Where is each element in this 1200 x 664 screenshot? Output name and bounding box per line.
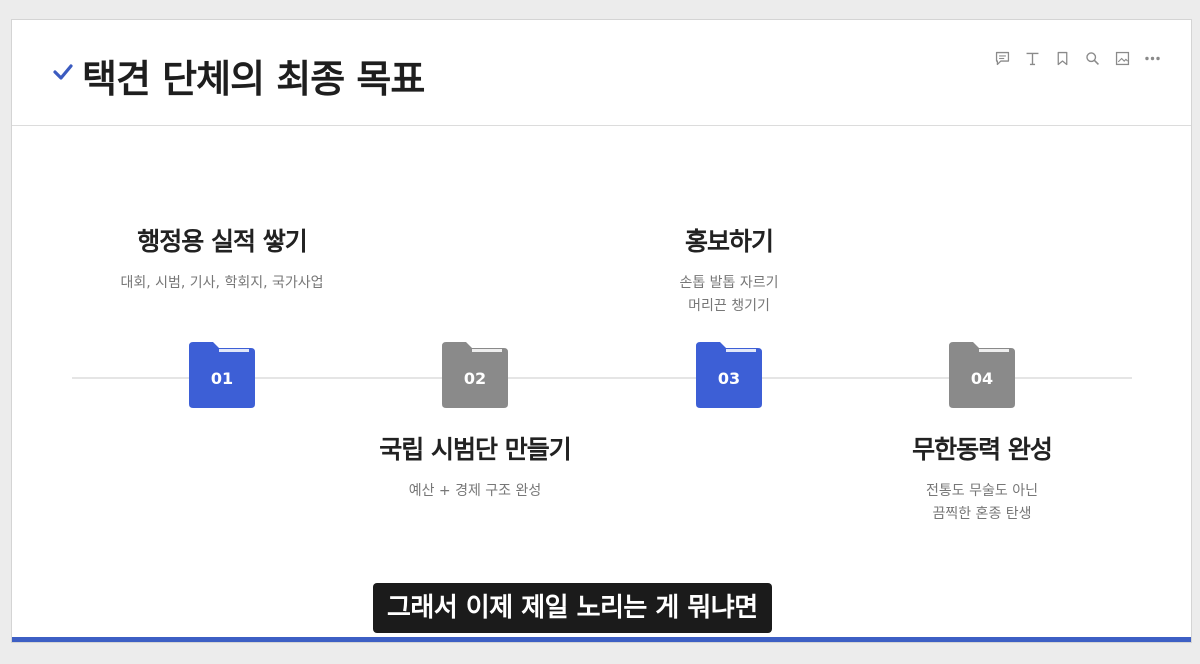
step-4-desc: 전통도 무술도 아닌 끔찍한 혼종 탄생 (832, 480, 1132, 526)
step-1-title: 행정용 실적 쌓기 (137, 227, 307, 256)
slide-header: 택견 단체의 최종 목표 (12, 20, 1191, 126)
search-icon[interactable] (1081, 47, 1103, 69)
folder-icon-02[interactable]: 02 (442, 342, 508, 408)
step-1-desc: 대회, 시범, 기사, 학회지, 국가사업 (72, 272, 372, 295)
folder-number: 03 (717, 369, 741, 388)
step-4-desc-line-1: 전통도 무술도 아닌 (926, 483, 1038, 499)
step-3-desc: 손톱 발톱 자르기 머리끈 챙기기 (579, 272, 879, 318)
step-3-title: 홍보하기 (684, 227, 774, 256)
step-4-desc-line-2: 끔찍한 혼종 탄생 (932, 506, 1032, 522)
step-2-title: 국립 시범단 만들기 (379, 435, 571, 464)
text-icon[interactable] (1021, 47, 1043, 69)
accent-bar (12, 637, 1191, 642)
step-2-desc-line: 예산 + 경제 구조 완성 (408, 483, 542, 499)
step-3-desc-line-1: 손톱 발톱 자르기 (679, 275, 779, 291)
folder-icon-01[interactable]: 01 (189, 342, 255, 408)
image-icon[interactable] (1111, 47, 1133, 69)
comment-icon[interactable] (991, 47, 1013, 69)
more-icon[interactable] (1141, 47, 1163, 69)
folder-icon-03[interactable]: 03 (696, 342, 762, 408)
slide: 택견 단체의 최종 목표 행정용 실적 쌓기 대회, 시범, 기사, 학회지, … (11, 19, 1192, 643)
folder-number: 02 (463, 369, 487, 388)
subtitle-caption: 그래서 이제 제일 노리는 게 뭐냐면 (373, 583, 772, 633)
step-3-desc-line-2: 머리끈 챙기기 (688, 298, 770, 314)
toolbar (991, 47, 1163, 69)
page-title: 택견 단체의 최종 목표 (82, 57, 425, 101)
folder-icon-04[interactable]: 04 (949, 342, 1015, 408)
folder-number: 01 (210, 369, 234, 388)
bookmark-icon[interactable] (1051, 47, 1073, 69)
folder-number: 04 (970, 369, 994, 388)
step-1-desc-line: 대회, 시범, 기사, 학회지, 국가사업 (120, 275, 324, 291)
step-4-title: 무한동력 완성 (912, 435, 1053, 464)
step-2-desc: 예산 + 경제 구조 완성 (325, 480, 625, 503)
check-icon (53, 64, 73, 80)
